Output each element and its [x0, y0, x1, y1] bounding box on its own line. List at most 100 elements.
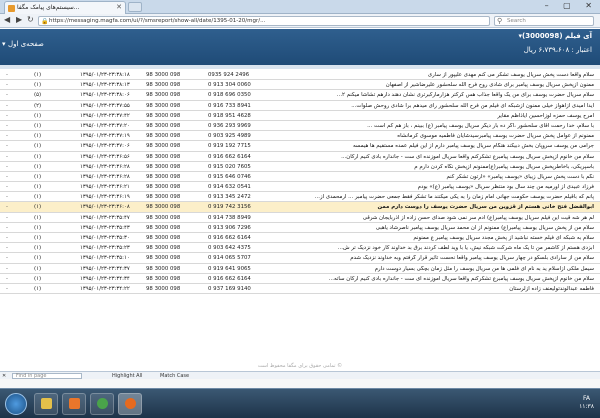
row-menu-icon[interactable]: -: [6, 184, 8, 190]
message-count: (۱): [34, 275, 42, 282]
message-date: ۱۳۹۵/۰۱/۲۳-۲۳:۳۵:۴۳: [80, 224, 130, 231]
message-date: ۱۳۹۵/۰۱/۲۳-۲۳:۳۸:۱۳: [80, 82, 130, 89]
back-icon[interactable]: ◀: [4, 15, 10, 24]
message-count: (۱): [34, 153, 42, 160]
message-date: ۱۳۹۵/۰۱/۲۳-۲۳:۳۶:۲۸: [80, 163, 130, 170]
message-row[interactable]: - (۱) ۱۳۹۵/۰۱/۲۳-۲۳:۳۵:۴۳ 98 3000 098 0 913 …: [0, 223, 600, 233]
address-bar[interactable]: 🔒 https://messaging.magfa.com/ui/?/smsre…: [38, 16, 490, 26]
tray-clock[interactable]: ۱۱:۳۸: [579, 403, 594, 411]
start-button[interactable]: [5, 393, 27, 415]
close-tab-icon[interactable]: ✕: [116, 3, 122, 11]
message-count: (۱): [34, 184, 42, 191]
message-row[interactable]: - (۱) ۱۳۹۵/۰۱/۲۳-۲۳:۳۵:۳۰ 98 3000 098 0 916 …: [0, 233, 600, 244]
sender-number: 98 3000 098: [146, 163, 181, 170]
search-input[interactable]: ⚲ Search: [494, 16, 594, 26]
row-menu-icon[interactable]: -: [6, 72, 8, 78]
account-name[interactable]: آی فیلم (3000098): [522, 32, 592, 40]
phone-number: 0 914 065 5707: [208, 255, 251, 262]
message-date: ۱۳۹۵/۰۱/۲۳-۲۳:۳۴:۳۴: [80, 275, 130, 282]
message-date: ۱۳۹۵/۰۱/۲۳-۲۳:۳۵:۲۳: [80, 245, 130, 252]
row-menu-icon[interactable]: -: [6, 276, 8, 282]
message-count: (۱): [34, 285, 42, 292]
row-menu-icon[interactable]: -: [6, 113, 8, 119]
message-date: ۱۳۹۵/۰۱/۲۳-۲۳:۳۴:۳۷: [80, 265, 130, 272]
row-menu-icon[interactable]: -: [6, 123, 8, 129]
message-row[interactable]: - (۱) ۱۳۹۵/۰۱/۲۳-۲۳:۳۶:۲۸ 98 3000 098 0 915 …: [0, 172, 600, 183]
row-menu-icon[interactable]: -: [6, 255, 8, 261]
taskbar-media-icon[interactable]: [62, 393, 86, 415]
message-count: (۵): [34, 92, 42, 99]
row-menu-icon[interactable]: -: [6, 164, 8, 170]
phone-number: 0 919 742 3156: [208, 204, 251, 211]
row-menu-icon[interactable]: -: [6, 154, 8, 160]
browser-tab[interactable]: سیستم‌های پیامک مگفا... ✕: [4, 1, 126, 14]
message-text: ممنونم از عوامل پخش سریال حضرت یوسف پیام…: [397, 133, 594, 140]
tray-language[interactable]: FA: [579, 395, 594, 403]
row-menu-icon[interactable]: -: [6, 82, 8, 88]
row-menu-icon[interactable]: -: [6, 266, 8, 272]
message-row[interactable]: - (۱) ۱۳۹۵/۰۱/۲۳-۲۳:۳۷:۲۰ 98 3000 098 0 936 …: [0, 121, 600, 132]
row-menu-icon[interactable]: -: [6, 174, 8, 180]
message-row[interactable]: - (۱) ۱۳۹۵/۰۱/۲۳-۲۳:۳۴:۳۴ 98 3000 098 0 916 …: [0, 274, 600, 284]
row-menu-icon[interactable]: -: [6, 103, 8, 109]
message-date: ۱۳۹۵/۰۱/۲۳-۲۳:۳۶:۱۹: [80, 194, 130, 201]
message-row[interactable]: - (۱) ۱۳۹۵/۰۱/۲۳-۲۳:۳۶:۲۱ 98 3000 098 0 914 …: [0, 182, 600, 193]
message-row[interactable]: - (۱) ۱۳۹۵/۰۱/۲۳-۲۳:۳۶:۵۶ 98 3000 098 0 916 …: [0, 152, 600, 162]
row-menu-icon[interactable]: -: [6, 245, 8, 251]
message-date: ۱۳۹۵/۰۱/۲۳-۲۳:۳۷:۵۵: [80, 102, 130, 109]
message-row[interactable]: - (۱) ۱۳۹۵/۰۱/۲۳-۲۳:۳۶:۲۸ 98 3000 098 0 915 …: [0, 162, 600, 172]
sender-number: 98 3000 098: [146, 143, 181, 150]
reload-icon[interactable]: ↻: [27, 15, 34, 24]
sender-number: 98 3000 098: [146, 235, 181, 241]
message-date: ۱۳۹۵/۰۱/۲۳-۲۳:۳۷:۰۶: [80, 143, 130, 150]
status-bar: [0, 379, 600, 388]
lock-icon: 🔒: [41, 18, 49, 25]
taskbar-firefox-icon[interactable]: [118, 393, 142, 415]
row-menu-icon[interactable]: -: [6, 194, 8, 200]
window-controls[interactable]: – ▢ ✕: [545, 1, 598, 10]
phone-number: 0 913 304 0060: [208, 82, 251, 89]
message-row[interactable]: - (۱) ۱۳۹۵/۰۱/۲۳-۲۳:۳۷:۰۶ 98 3000 098 0 919 …: [0, 141, 600, 152]
message-count: (۲): [34, 102, 42, 109]
message-date: ۱۳۹۵/۰۱/۲۳-۲۳:۳۶:۲۸: [80, 173, 130, 180]
phone-number: 0 914 632 0541: [208, 184, 251, 191]
message-row[interactable]: - (۱) ۱۳۹۵/۰۱/۲۳-۲۳:۳۵:۱۰ 98 3000 098 0 914 …: [0, 253, 600, 264]
row-menu-icon[interactable]: -: [6, 133, 8, 139]
system-tray[interactable]: FA ۱۱:۳۸: [579, 395, 594, 411]
message-row[interactable]: - (۱) ۱۳۹۵/۰۱/۲۳-۲۳:۳۵:۴۷ 98 3000 098 0 914 …: [0, 213, 600, 223]
home-link[interactable]: صفحه‌ی اول: [8, 40, 44, 48]
message-row[interactable]: - (۱) ۱۳۹۵/۰۱/۲۳-۲۳:۳۴:۳۷ 98 3000 098 0 919 …: [0, 264, 600, 274]
message-text: سلام من از پخش سریال یوسف پیامبر(ع) ممنو…: [375, 224, 594, 231]
message-row[interactable]: - (۱) ۱۳۹۵/۰۱/۲۳-۲۳:۳۸:۱۳ 98 3000 098 0 913 …: [0, 80, 600, 91]
sender-number: 98 3000 098: [146, 112, 181, 119]
phone-number: 0 913 906 7296: [208, 224, 251, 231]
message-count: (۱): [34, 204, 42, 211]
phone-number: 0 914 738 8949: [208, 214, 251, 221]
message-row[interactable]: - (۱) ۱۳۹۵/۰۱/۲۳-۲۳:۳۷:۴۲ 98 3000 098 0 918 …: [0, 111, 600, 121]
message-date: ۱۳۹۵/۰۱/۲۳-۲۳:۳۸:۰۶: [80, 92, 130, 99]
sender-number: 98 3000 098: [146, 214, 181, 221]
message-row[interactable]: - (۱) ۱۳۹۵/۰۱/۲۳-۲۳:۳۴:۲۲ 98 3000 098 0 937 …: [0, 284, 600, 295]
taskbar-chrome-icon[interactable]: [90, 393, 114, 415]
sender-number: 98 3000 098: [146, 204, 181, 211]
message-row[interactable]: - (۱) ۱۳۹۵/۰۱/۲۳-۲۳:۳۶:۰۸ 98 3000 098 0 919 …: [0, 202, 600, 213]
row-menu-icon[interactable]: -: [6, 92, 8, 98]
phone-number: 0 936 293 9969: [208, 122, 251, 129]
message-count: (۱): [34, 255, 42, 262]
message-row[interactable]: - (۱) ۱۳۹۵/۰۱/۲۳-۲۳:۳۸:۱۸ 98 3000 098 0935 9…: [0, 70, 600, 81]
row-menu-icon[interactable]: -: [6, 225, 8, 231]
row-menu-icon[interactable]: -: [6, 143, 8, 149]
row-menu-icon[interactable]: -: [6, 215, 8, 221]
taskbar-explorer-icon[interactable]: [34, 393, 58, 415]
message-row[interactable]: - (۱) ۱۳۹۵/۰۱/۲۳-۲۳:۳۶:۱۹ 98 3000 098 0 913 …: [0, 192, 600, 203]
message-row[interactable]: - (۵) ۱۳۹۵/۰۱/۲۳-۲۳:۳۸:۰۶ 98 3000 098 0 918 …: [0, 90, 600, 101]
chevron-down-icon[interactable]: ▾: [2, 40, 6, 48]
new-tab-button[interactable]: [128, 2, 142, 12]
forward-icon[interactable]: ▶: [16, 15, 22, 24]
row-menu-icon[interactable]: -: [6, 235, 8, 241]
message-row[interactable]: - (۲) ۱۳۹۵/۰۱/۲۳-۲۳:۳۷:۵۵ 98 3000 098 0 916 …: [0, 101, 600, 111]
message-row[interactable]: - (۱) ۱۳۹۵/۰۱/۲۳-۲۳:۳۵:۲۳ 98 3000 098 0 903 …: [0, 243, 600, 254]
message-row[interactable]: - (۱) ۱۳۹۵/۰۱/۲۳-۲۳:۳۷:۱۹ 98 3000 098 0 903 …: [0, 131, 600, 142]
row-menu-icon[interactable]: -: [6, 204, 8, 210]
row-menu-icon[interactable]: -: [6, 286, 8, 292]
